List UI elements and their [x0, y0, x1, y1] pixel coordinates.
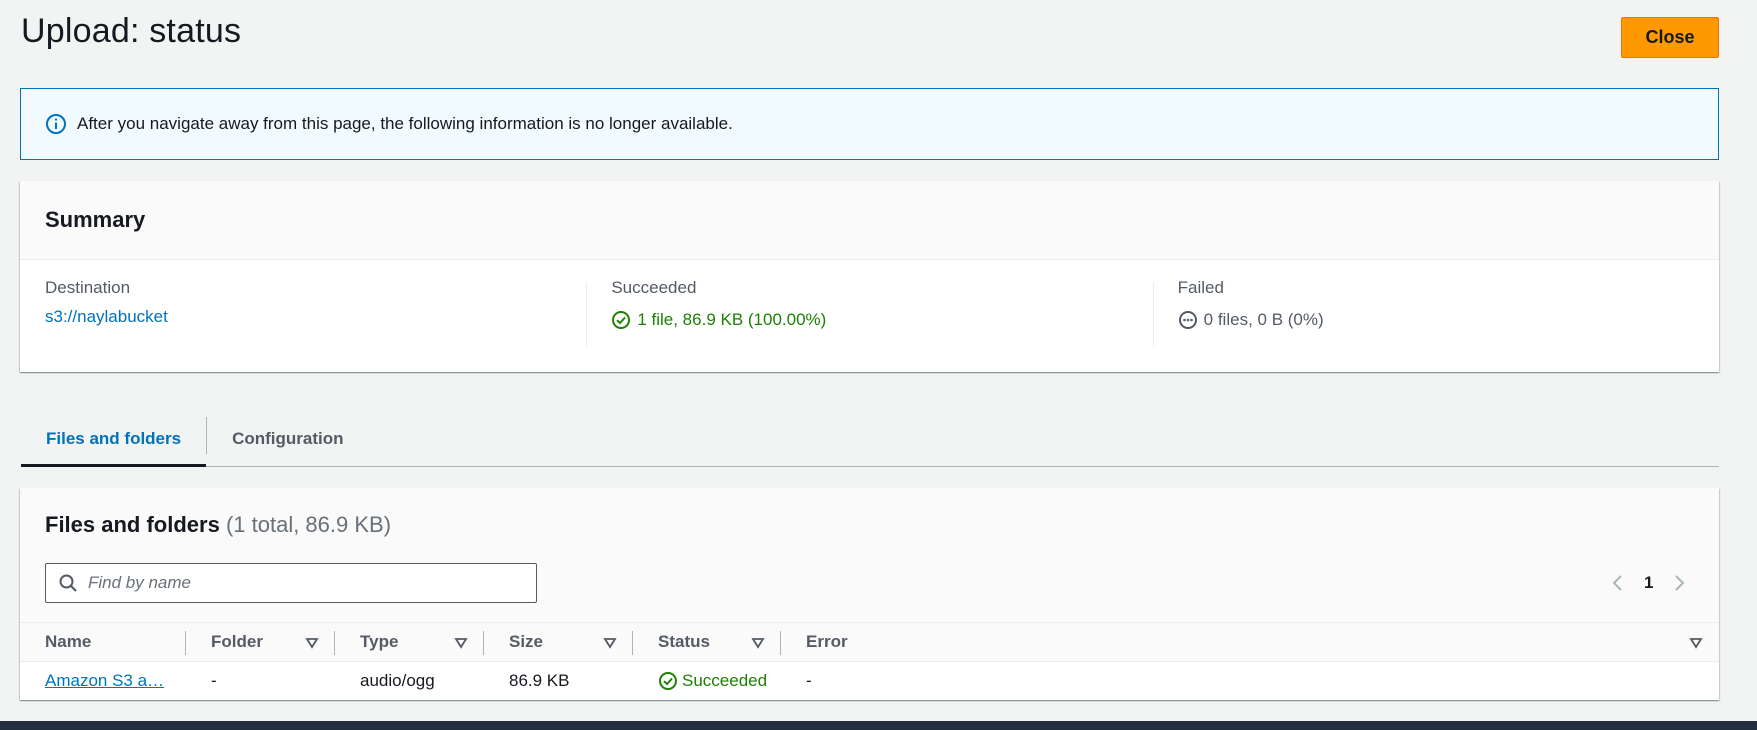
files-header: Files and folders (1 total, 86.9 KB) 1 [20, 488, 1719, 622]
cell-name: Amazon S3 a… [20, 671, 186, 691]
close-button[interactable]: Close [1621, 17, 1719, 58]
files-title: Files and folders (1 total, 86.9 KB) [45, 512, 391, 538]
search-box [45, 563, 537, 603]
sort-caret-icon[interactable] [1689, 636, 1703, 650]
destination-link[interactable]: s3://naylabucket [45, 307, 168, 326]
table-header: Name Folder Type Size Status Error [20, 622, 1719, 662]
failed-label: Failed [1177, 278, 1224, 297]
failed-value: 0 files, 0 B (0%) [1203, 310, 1324, 329]
sort-caret-icon[interactable] [305, 636, 319, 650]
cell-status: Succeeded [633, 671, 781, 691]
column-header-status[interactable]: Status [633, 623, 781, 661]
info-alert: After you navigate away from this page, … [20, 88, 1719, 160]
column-header-type[interactable]: Type [335, 623, 484, 661]
column-header-name[interactable]: Name [20, 623, 186, 661]
tab-files-and-folders[interactable]: Files and folders [21, 412, 207, 467]
chevron-left-icon[interactable] [1606, 571, 1630, 595]
column-header-error[interactable]: Error [781, 623, 1719, 661]
column-label: Folder [211, 632, 263, 651]
files-count: (1 total, 86.9 KB) [225, 512, 392, 537]
column-label: Size [509, 632, 544, 651]
chevron-right-icon[interactable] [1667, 571, 1691, 595]
pending-dots-icon [1178, 310, 1198, 330]
summary-destination: Destination s3://naylabucket [20, 278, 586, 372]
summary-succeeded: Succeeded 1 file, 86.9 KB (100.00%) [586, 278, 1152, 372]
tab-bar: Files and folders Configuration [21, 412, 1719, 467]
search-icon [58, 573, 78, 593]
page-title: Upload: status [21, 12, 242, 50]
succeeded-value: 1 file, 86.9 KB (100.00%) [637, 310, 827, 329]
destination-label: Destination [45, 278, 131, 297]
cell-folder: - [211, 671, 217, 690]
cell-size: 86.9 KB [509, 671, 570, 690]
search-input[interactable] [88, 573, 528, 593]
files-title-text: Files and folders [45, 512, 220, 537]
column-header-size[interactable]: Size [484, 623, 633, 661]
success-check-icon [658, 671, 678, 691]
footer-bar [0, 721, 1757, 730]
summary-failed: Failed 0 files, 0 B (0%) [1152, 278, 1719, 372]
alert-text: After you navigate away from this page, … [77, 114, 733, 133]
summary-title: Summary [45, 207, 146, 232]
cell-error: - [806, 671, 812, 690]
sort-caret-icon[interactable] [454, 636, 468, 650]
column-label: Name [45, 632, 92, 651]
tab-configuration[interactable]: Configuration [207, 412, 368, 466]
sort-caret-icon[interactable] [751, 636, 765, 650]
column-label: Error [806, 632, 848, 651]
summary-header: Summary [20, 181, 1719, 260]
files-panel: Files and folders (1 total, 86.9 KB) 1 N… [20, 488, 1719, 700]
cell-type: audio/ogg [360, 671, 435, 690]
succeeded-label: Succeeded [611, 278, 697, 297]
success-check-icon [611, 310, 631, 330]
column-label: Type [360, 632, 399, 651]
table-row: Amazon S3 a… - audio/ogg 86.9 KB Succeed… [20, 662, 1719, 700]
summary-panel: Summary Destination s3://naylabucket Suc… [20, 181, 1719, 372]
file-name-link[interactable]: Amazon S3 a… [45, 671, 164, 691]
status-text: Succeeded [682, 671, 768, 690]
pagination: 1 [1606, 570, 1691, 596]
column-label: Status [658, 632, 710, 651]
column-header-folder[interactable]: Folder [186, 623, 335, 661]
page-number[interactable]: 1 [1644, 573, 1653, 593]
sort-caret-icon[interactable] [603, 636, 617, 650]
info-icon [45, 113, 67, 135]
